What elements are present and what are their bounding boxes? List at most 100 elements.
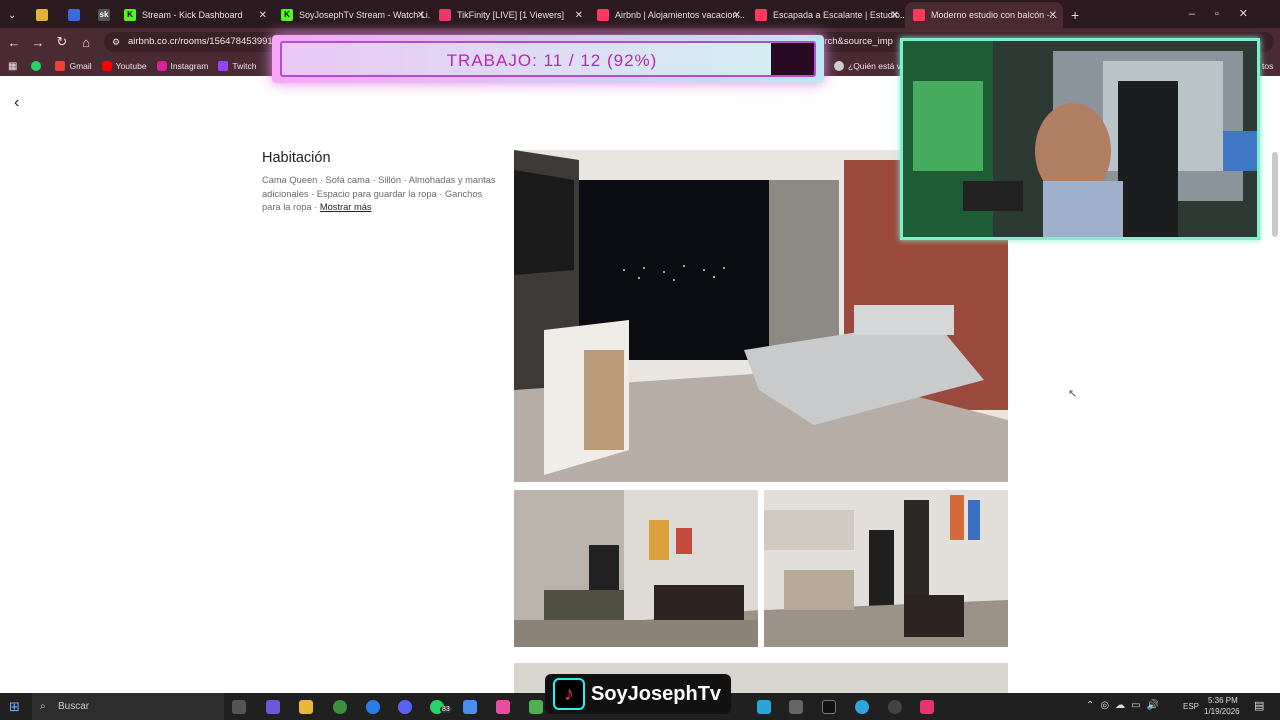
kick-icon: K — [281, 9, 293, 21]
search-icon: ⌕ — [40, 701, 46, 712]
taskbar-search[interactable]: ⌕ Buscar — [32, 693, 224, 720]
close-icon[interactable]: ✕ — [1049, 10, 1057, 21]
telegram-icon[interactable] — [855, 700, 869, 714]
tab-label: SoyJosephTv Stream - Watch Li... — [299, 10, 431, 20]
tab-tikfinity[interactable]: TikFinity [LIVE] [1 Viewers] ✕ — [431, 2, 589, 28]
chrome-icon[interactable] — [333, 700, 347, 714]
tab-kick-dashboard[interactable]: K Stream - Kick Dashboard ✕ — [116, 2, 273, 28]
section-title: Habitación — [262, 150, 331, 166]
living-room-image — [514, 490, 758, 647]
home-icon[interactable]: ⌂ — [74, 35, 98, 50]
clock-time[interactable]: 5:36 PM — [1208, 696, 1238, 705]
bookmark-gmail[interactable]: Gmail — [55, 61, 92, 71]
app-icon[interactable] — [463, 700, 477, 714]
tab-label: Moderno estudio con balcón -... — [931, 10, 1058, 20]
clock-date[interactable]: 1/19/2026 — [1204, 707, 1240, 716]
language-indicator[interactable]: ESP — [1183, 702, 1199, 711]
gmail-icon — [55, 61, 66, 71]
app-icon[interactable] — [789, 700, 803, 714]
instagram-icon — [156, 61, 167, 71]
bookmark-instagram[interactable]: Instagram — [156, 61, 209, 71]
tab-label: Airbnb | Alojamientos vacacion... — [615, 10, 745, 20]
tab-label: TikFinity [LIVE] [1 Viewers] — [457, 10, 565, 20]
kitchen-image — [764, 490, 1008, 647]
bookmark-icon — [834, 61, 844, 71]
close-icon[interactable]: ✕ — [575, 10, 583, 21]
amenities-text: Cama Queen · Sofá cama · Sillón · Almoha… — [262, 175, 496, 212]
progress-track: TRABAJO: 11 / 12 (92%) — [280, 41, 816, 77]
tab-airbnb-home[interactable]: Airbnb | Alojamientos vacacion... ✕ — [589, 2, 747, 28]
tab-label: Escapada a Escalante | Estudio... — [773, 10, 905, 20]
bookmark-label: ¿Quién está vie — [848, 61, 908, 71]
tab-favicon — [36, 9, 48, 21]
system-tray-icons[interactable]: ⌃◎☁▭🔊 — [1086, 700, 1165, 711]
browser-icon[interactable] — [366, 700, 380, 714]
back-arrow-icon[interactable]: ‹ — [14, 94, 19, 112]
bookmark-overflow[interactable]: tos — [1262, 61, 1273, 71]
app-icon[interactable] — [496, 700, 510, 714]
bookmark-label: Youtube — [115, 61, 147, 71]
tiktok-logo-icon: ♪ — [553, 678, 585, 710]
webcam-overlay — [900, 38, 1260, 240]
progress-label: TRABAJO: 11 / 12 (92%) — [446, 51, 658, 70]
tab-menu-button[interactable]: ⌄ — [0, 2, 28, 28]
new-tab-button[interactable]: + — [1063, 2, 1089, 28]
bookmark-twitch[interactable]: Twitch — [218, 61, 256, 71]
tiktok-studio-icon[interactable] — [822, 700, 836, 714]
whatsapp-icon — [31, 61, 42, 71]
minecraft-icon[interactable] — [529, 700, 543, 714]
tab-strip: ⌄ sk K Stream - Kick Dashboard ✕ K SoyJosep… — [0, 0, 1280, 28]
bookmark-youtube[interactable]: Youtube — [101, 61, 147, 71]
forward-icon[interactable]: → — [26, 35, 50, 50]
close-icon[interactable]: ✕ — [733, 10, 741, 21]
obs-icon[interactable] — [888, 700, 902, 714]
bookmark-label: Twitch — [232, 61, 257, 71]
site-info-icon[interactable]: ⚙ — [112, 32, 120, 52]
notifications-icon[interactable]: ▤ — [1254, 699, 1264, 712]
bookmark-label: Instagram — [170, 61, 209, 71]
webcam-image — [903, 41, 1257, 237]
bookmark-whatsapp[interactable] — [31, 61, 45, 71]
task-view-icon[interactable] — [232, 700, 246, 714]
back-icon[interactable]: ← — [2, 35, 26, 50]
show-more-link[interactable]: Mostrar más — [320, 202, 372, 212]
file-explorer-icon[interactable] — [299, 700, 313, 714]
bookmark-who-watching[interactable]: ¿Quién está vie — [834, 61, 908, 71]
work-progress-overlay: TRABAJO: 11 / 12 (92%) — [272, 35, 824, 83]
living-room-photo[interactable] — [514, 490, 758, 647]
tab-kick-stream[interactable]: K SoyJosephTv Stream - Watch Li... ✕ — [273, 2, 431, 28]
chevron-down-icon: ⌄ — [8, 9, 17, 21]
close-icon[interactable]: ✕ — [259, 10, 267, 21]
tikfinity-icon — [439, 9, 451, 21]
tab-pinned-1[interactable] — [28, 2, 60, 28]
tab-airbnb-moderno[interactable]: Moderno estudio con balcón -... ✕ — [905, 2, 1063, 28]
airbnb-icon — [597, 9, 609, 21]
streamer-name: SoyJosephTv — [591, 683, 722, 705]
twitch-icon — [218, 61, 229, 71]
close-icon[interactable]: ✕ — [417, 10, 425, 21]
airbnb-icon — [913, 9, 925, 21]
discord-icon[interactable] — [398, 700, 412, 714]
tab-airbnb-escalante[interactable]: Escapada a Escalante | Estudio... ✕ — [747, 2, 905, 28]
scrollbar-thumb[interactable] — [1272, 152, 1278, 237]
tab-pinned-2[interactable] — [60, 2, 90, 28]
bookmark-label: Gmail — [69, 61, 92, 71]
copilot-icon[interactable] — [266, 700, 280, 714]
kitchen-photo[interactable] — [764, 490, 1008, 647]
address-url: airbnb.co.cr/rooms/156478453991 — [128, 36, 273, 47]
streamer-name-overlay: ♪ SoyJosephTv — [545, 674, 731, 714]
windows-start-icon[interactable]: ⊞ — [9, 699, 20, 715]
app-icon[interactable] — [757, 700, 771, 714]
whatsapp-badge: 83 — [440, 706, 452, 713]
mouse-cursor-icon: ↖ — [1068, 388, 1078, 400]
tab-favicon — [68, 9, 80, 21]
tab-pinned-3[interactable]: sk — [90, 2, 116, 28]
reload-icon[interactable]: ↻ — [50, 34, 74, 50]
close-icon[interactable]: ✕ — [891, 10, 899, 21]
address-url-tail: arch&source_imp — [819, 36, 893, 47]
tiktok-icon[interactable] — [920, 700, 934, 714]
window-controls[interactable]: –▫✕ — [1189, 7, 1268, 20]
tab-label: Stream - Kick Dashboard — [142, 10, 243, 20]
apps-grid-icon[interactable]: ▦ — [8, 61, 17, 72]
airbnb-icon — [755, 9, 767, 21]
